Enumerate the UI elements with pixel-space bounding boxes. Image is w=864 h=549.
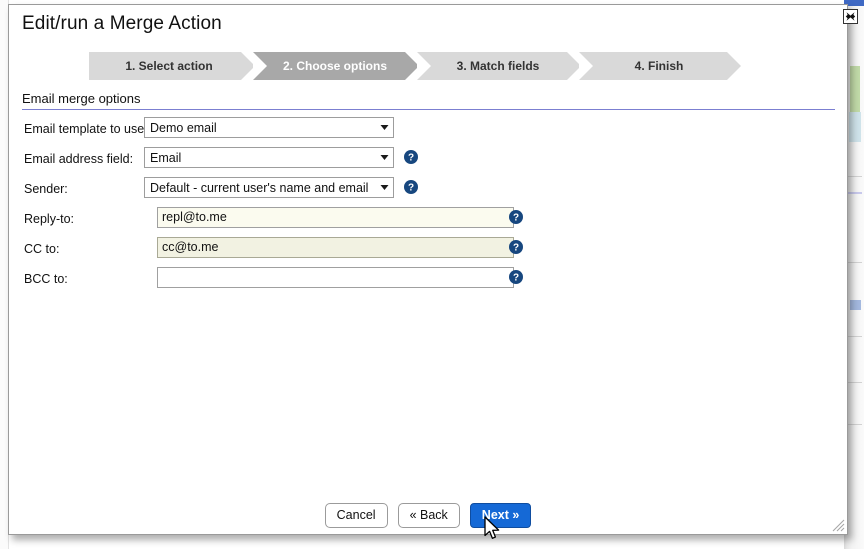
reply-to-input[interactable]: repl@to.me: [157, 207, 514, 228]
background-accent-rule: [846, 336, 862, 337]
form-row: Reply-to: repl@to.me ?: [22, 207, 822, 237]
email-template-label: Email template to use:: [24, 122, 148, 136]
close-icon[interactable]: [843, 9, 858, 24]
cancel-button[interactable]: Cancel: [324, 503, 388, 528]
next-button[interactable]: Next »: [469, 503, 532, 528]
cc-to-label: CC to:: [24, 242, 60, 256]
bcc-to-label: BCC to:: [24, 272, 68, 286]
wizard-step-3-label: 3. Match fields: [456, 59, 540, 73]
chevron-down-icon: [375, 184, 393, 191]
sender-value: Default - current user's name and email: [150, 180, 369, 195]
email-merge-options-form: Email template to use: Demo email Email …: [22, 117, 822, 297]
email-template-value: Demo email: [150, 120, 217, 135]
merge-action-dialog: Edit/run a Merge Action 1. Select action…: [8, 4, 858, 535]
step-chevron-icon: [727, 52, 741, 80]
form-row: Sender: Default - current user's name an…: [22, 177, 822, 207]
email-template-select[interactable]: Demo email: [144, 117, 394, 138]
svg-text:?: ?: [513, 273, 519, 284]
help-question-icon[interactable]: ?: [509, 270, 523, 284]
form-row: CC to: cc@to.me ?: [22, 237, 822, 267]
svg-text:?: ?: [513, 213, 519, 224]
help-question-icon[interactable]: ?: [509, 210, 523, 224]
background-accent-lilac-rule: [846, 192, 862, 194]
background-accent-rule: [846, 382, 862, 383]
wizard-step-1-label: 1. Select action: [125, 59, 213, 73]
help-question-icon[interactable]: ?: [509, 240, 523, 254]
wizard-step-4[interactable]: 4. Finish: [579, 52, 741, 80]
svg-text:?: ?: [408, 153, 414, 164]
resize-grip-icon[interactable]: [831, 518, 845, 532]
reply-to-label: Reply-to:: [24, 212, 75, 226]
form-row: BCC to: ?: [22, 267, 822, 297]
wizard-step-2[interactable]: 2. Choose options: [253, 52, 419, 80]
wizard-step-1[interactable]: 1. Select action: [89, 52, 255, 80]
background-accent-teal-block: [849, 112, 861, 142]
section-header: Email merge options: [22, 91, 835, 110]
background-accent-rule: [846, 262, 862, 263]
help-question-icon[interactable]: ?: [404, 150, 418, 164]
page-root: Edit/run a Merge Action 1. Select action…: [0, 0, 864, 549]
background-accent-icon: [850, 300, 861, 310]
background-accent-green-block: [850, 66, 860, 114]
dialog-footer: Cancel « Back Next »: [9, 503, 847, 528]
email-address-field-value: Email: [150, 150, 182, 165]
help-question-icon[interactable]: ?: [404, 180, 418, 194]
form-row: Email address field: Email ?: [22, 147, 822, 177]
background-accent-rule: [846, 176, 862, 177]
wizard-step-4-label: 4. Finish: [634, 59, 684, 73]
back-button[interactable]: « Back: [397, 503, 460, 528]
chevron-down-icon: [375, 154, 393, 161]
background-accent-rule: [846, 424, 862, 425]
wizard-steps: 1. Select action 2. Choose options 3. Ma…: [89, 52, 741, 80]
page-title: Edit/run a Merge Action: [22, 13, 222, 34]
chevron-down-icon: [375, 124, 393, 131]
svg-text:?: ?: [408, 183, 414, 194]
email-address-field-select[interactable]: Email: [144, 147, 394, 168]
svg-text:?: ?: [513, 243, 519, 254]
cc-to-input[interactable]: cc@to.me: [157, 237, 514, 258]
wizard-step-2-label: 2. Choose options: [282, 59, 387, 73]
wizard-step-3[interactable]: 3. Match fields: [417, 52, 581, 80]
form-row: Email template to use: Demo email: [22, 117, 822, 147]
sender-label: Sender:: [24, 182, 68, 196]
sender-select[interactable]: Default - current user's name and email: [144, 177, 394, 198]
email-address-field-label: Email address field:: [24, 152, 134, 166]
bcc-to-input[interactable]: [157, 267, 514, 288]
